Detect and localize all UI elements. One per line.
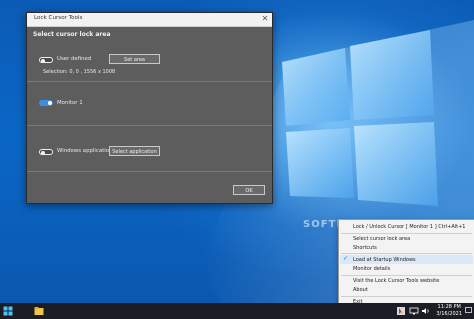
taskbar-clock[interactable]: 11:28 PM 3/16/2021 [436,304,462,318]
menu-item-load-at-startup[interactable]: Load at Startup Windows [353,257,416,263]
lock-cursor-tray-icon[interactable] [396,306,406,316]
monitor-1-label: Monitor 1 [57,100,83,106]
window-title: Lock Cursor Tools [34,15,83,21]
file-explorer-icon[interactable] [34,306,44,316]
volume-icon[interactable] [421,306,431,316]
menu-item-select-area[interactable]: Select cursor lock area [353,236,410,242]
section-title: Select cursor lock area [33,31,111,38]
menu-divider [341,275,472,276]
windows-start-icon[interactable] [3,306,13,316]
menu-divider [341,253,472,254]
windows-application-label: Windows application [57,148,113,154]
taskbar: 11:28 PM 3/16/2021 [0,303,474,319]
monitor-1-toggle[interactable] [39,100,53,106]
check-icon: ✓ [343,255,349,262]
clock-time: 11:28 PM [437,304,461,310]
toggle-knob [48,101,52,105]
tray-context-menu: Lock / Unlock Cursor [ Monitor 1 ] Ctrl+… [338,219,474,309]
lock-cursor-tools-window: Lock Cursor Tools ✕ Select cursor lock a… [26,12,273,204]
set-area-button[interactable]: Set area [109,54,160,64]
divider [27,81,272,82]
network-icon[interactable] [409,306,419,316]
menu-item-monitor-details[interactable]: Monitor details [353,266,390,272]
menu-divider [341,233,472,234]
close-icon[interactable]: ✕ [260,14,270,24]
user-defined-label: User defined [57,56,92,62]
menu-item-visit-website[interactable]: Visit the Lock Cursor Tools website [353,278,439,284]
divider [27,125,272,126]
menu-item-shortcuts[interactable]: Shortcuts [353,245,377,251]
ok-button[interactable]: OK [233,185,265,195]
divider [27,171,272,172]
user-defined-toggle[interactable] [39,57,53,63]
notification-icon[interactable] [465,307,472,314]
toggle-knob [41,58,45,63]
selection-text: Selection: 0, 0 , 1556 x 1008 [43,69,116,75]
menu-item-about[interactable]: About [353,287,368,293]
menu-divider [341,296,472,297]
select-application-button[interactable]: Select application [109,146,160,156]
title-bar[interactable]: Lock Cursor Tools ✕ [27,13,272,27]
clock-date: 3/16/2021 [436,311,462,317]
toggle-knob [41,150,45,155]
menu-item-lock-unlock[interactable]: Lock / Unlock Cursor [ Monitor 1 ] Ctrl+… [353,224,465,230]
windows-application-toggle[interactable] [39,149,53,155]
